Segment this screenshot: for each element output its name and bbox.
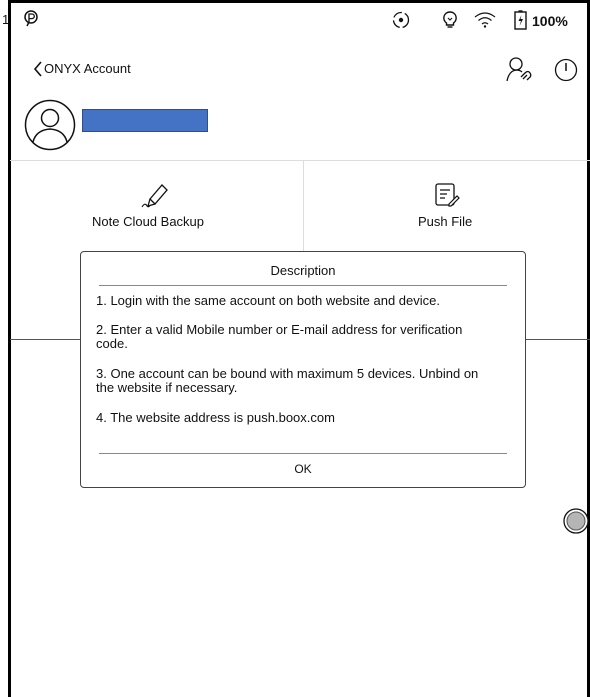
divider (10, 160, 590, 161)
divider (303, 161, 304, 256)
lightbulb-icon (443, 11, 457, 28)
dialog-divider (99, 285, 507, 286)
person-icon (24, 99, 76, 151)
description-item: 1. Login with the same account on both w… (96, 293, 440, 308)
battery-percentage: 100% (532, 13, 568, 29)
divider (10, 339, 82, 340)
wifi-icon (474, 12, 496, 28)
description-item: 3. One account can be bound with maximum… (96, 366, 479, 395)
description-item: 4. The website address is push.boox.com (96, 410, 335, 425)
dialog-title: Description (270, 263, 336, 278)
document-edit-icon (435, 183, 460, 207)
dialog-divider (99, 453, 507, 454)
status-number: 1 (2, 12, 10, 27)
battery-icon (514, 10, 527, 30)
sync-icon (392, 11, 410, 29)
ok-button[interactable]: OK (81, 462, 525, 476)
status-bar: 1 100% (0, 0, 590, 46)
floating-ball-icon[interactable] (563, 508, 589, 534)
divider (526, 339, 590, 340)
back-icon[interactable] (33, 61, 43, 77)
power-icon[interactable] (554, 58, 578, 82)
account-name-redacted (82, 109, 208, 132)
p-icon (24, 10, 38, 27)
description-item: 2. Enter a valid Mobile number or E-mail… (96, 322, 463, 351)
note-cloud-backup-label: Note Cloud Backup (92, 214, 205, 229)
screen-frame-left (8, 0, 11, 697)
unbind-icon[interactable] (506, 56, 534, 82)
page-title: ONYX Account (44, 61, 131, 76)
description-dialog: Description 1. Login with the same accou… (80, 251, 526, 488)
pen-icon (141, 184, 168, 208)
push-file-label: Push File (418, 214, 473, 229)
